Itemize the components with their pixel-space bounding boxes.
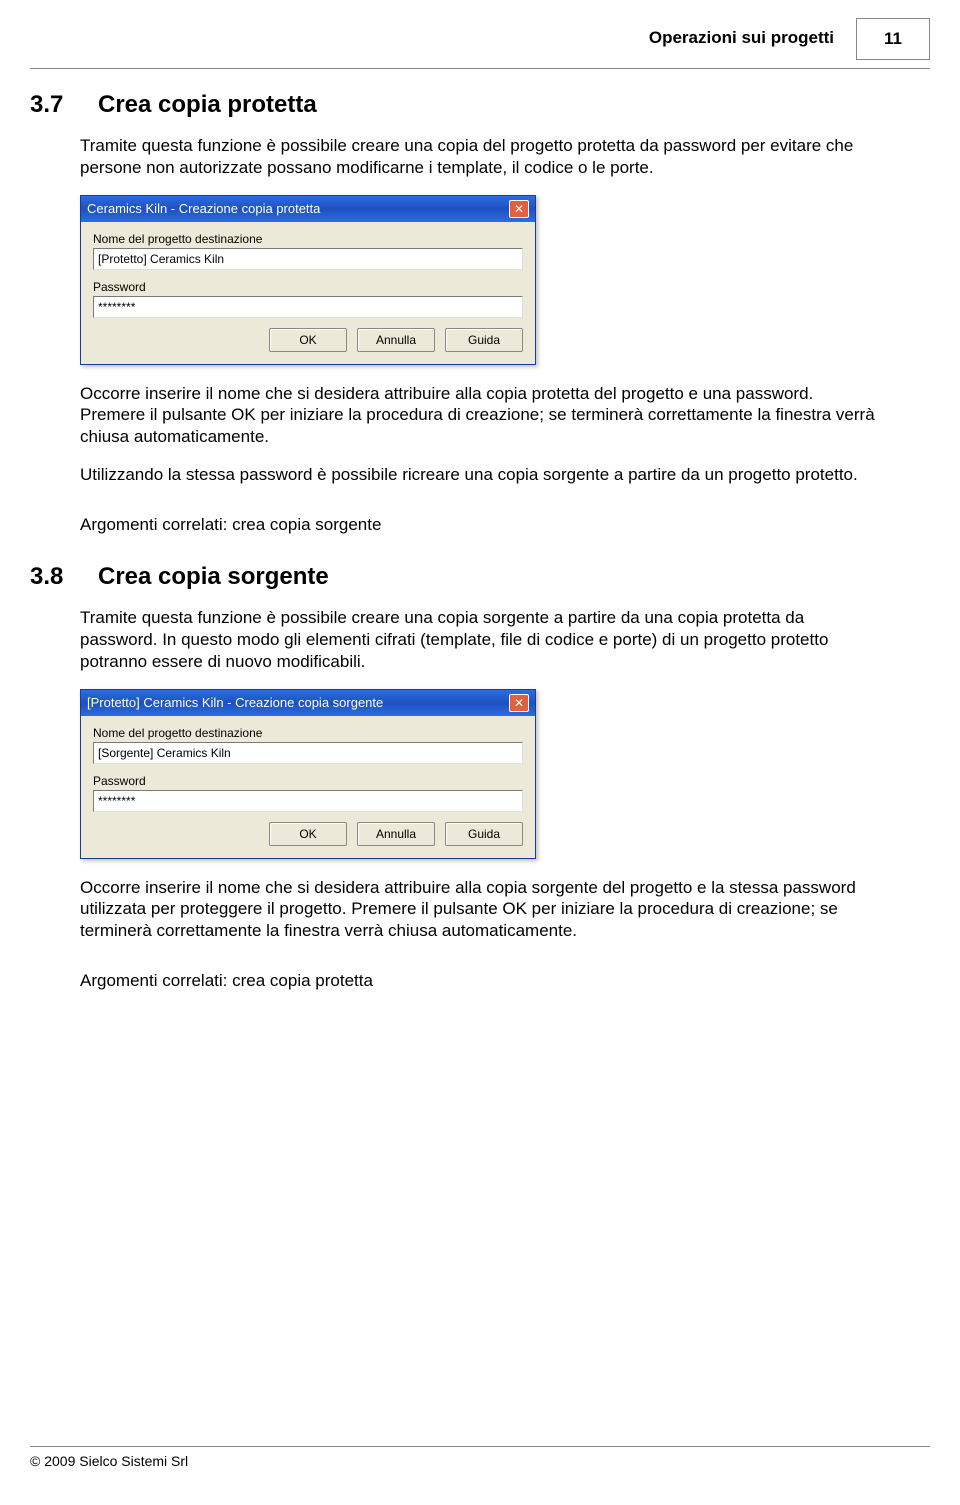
section-37-intro: Tramite questa funzione è possibile crea… [80, 135, 880, 179]
close-icon[interactable]: ✕ [509, 694, 529, 712]
section-number-38: 3.8 [30, 563, 80, 591]
ok-button[interactable]: OK [269, 328, 347, 352]
input-password[interactable]: ******** [93, 296, 523, 318]
section-title-37: Crea copia protetta [98, 91, 317, 119]
dialog-crea-copia-sorgente: [Protetto] Ceramics Kiln - Creazione cop… [80, 689, 536, 859]
input-password[interactable]: ******** [93, 790, 523, 812]
cancel-button[interactable]: Annulla [357, 822, 435, 846]
ok-button[interactable]: OK [269, 822, 347, 846]
label-destinazione: Nome del progetto destinazione [93, 232, 523, 246]
section-number-37: 3.7 [30, 91, 80, 119]
section-38-para1: Occorre inserire il nome che si desidera… [80, 877, 880, 942]
section-37-para2: Utilizzando la stessa password è possibi… [80, 464, 880, 486]
section-37-related: Argomenti correlati: crea copia sorgente [80, 514, 880, 536]
page-header-title: Operazioni sui progetti [649, 28, 834, 48]
section-title-38: Crea copia sorgente [98, 563, 329, 591]
page-number: 11 [856, 18, 930, 60]
input-destinazione[interactable]: [Sorgente] Ceramics Kiln [93, 742, 523, 764]
section-38-intro: Tramite questa funzione è possibile crea… [80, 607, 880, 672]
label-password: Password [93, 774, 523, 788]
label-password: Password [93, 280, 523, 294]
label-destinazione: Nome del progetto destinazione [93, 726, 523, 740]
cancel-button[interactable]: Annulla [357, 328, 435, 352]
dialog-title: [Protetto] Ceramics Kiln - Creazione cop… [87, 695, 383, 710]
help-button[interactable]: Guida [445, 328, 523, 352]
footer-copyright: © 2009 Sielco Sistemi Srl [30, 1453, 188, 1469]
help-button[interactable]: Guida [445, 822, 523, 846]
section-37-para1: Occorre inserire il nome che si desidera… [80, 383, 880, 448]
dialog-crea-copia-protetta: Ceramics Kiln - Creazione copia protetta… [80, 195, 536, 365]
section-38-related: Argomenti correlati: crea copia protetta [80, 970, 880, 992]
close-icon[interactable]: ✕ [509, 200, 529, 218]
input-destinazione[interactable]: [Protetto] Ceramics Kiln [93, 248, 523, 270]
dialog-title: Ceramics Kiln - Creazione copia protetta [87, 201, 320, 216]
